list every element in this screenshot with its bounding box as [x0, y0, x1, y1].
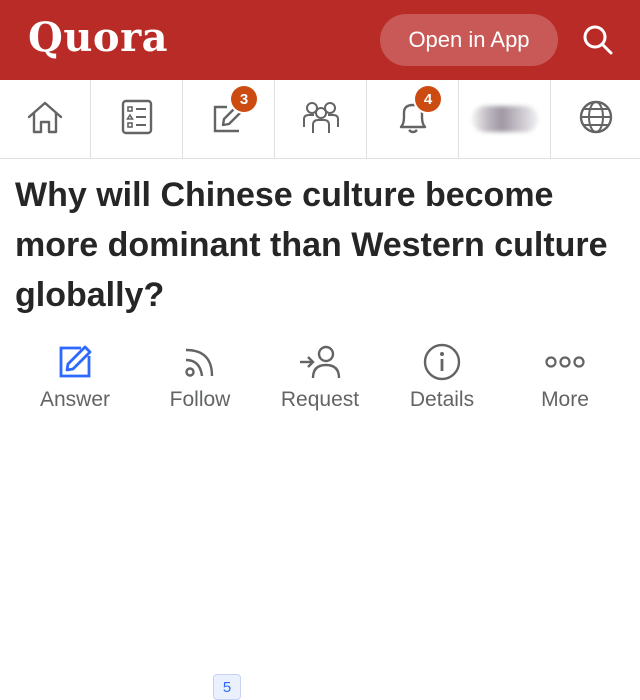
pencil-icon	[55, 340, 95, 384]
search-icon[interactable]	[580, 22, 616, 58]
request-label: Request	[280, 388, 360, 411]
nav-bar: 3 4	[0, 80, 640, 159]
follow-rss-icon	[180, 340, 220, 384]
nav-spaces[interactable]	[275, 80, 367, 158]
globe-icon	[576, 97, 616, 142]
request-user-icon	[298, 340, 342, 384]
nav-notifications[interactable]: 4	[367, 80, 459, 158]
nav-answer[interactable]: 3	[183, 80, 275, 158]
question-title[interactable]: Why will Chinese culture become more dom…	[15, 170, 625, 320]
nav-profile[interactable]	[459, 80, 551, 158]
nav-language[interactable]	[551, 80, 640, 158]
follow-button[interactable]: Follow	[155, 332, 245, 415]
home-icon	[25, 97, 65, 142]
more-button[interactable]: More	[520, 332, 610, 415]
answer-label: Answer	[39, 388, 111, 411]
nav-answer-list[interactable]	[91, 80, 183, 158]
people-icon	[301, 97, 341, 142]
info-icon	[422, 340, 462, 384]
list-icon	[117, 97, 157, 142]
request-button[interactable]: Request	[275, 332, 365, 415]
follow-label: Follow	[169, 388, 231, 411]
more-label: More	[541, 388, 589, 411]
action-bar: Answer Follow 5 Request Details More	[0, 332, 640, 700]
quora-logo[interactable]: Quora	[28, 14, 168, 61]
details-label: Details	[409, 388, 475, 411]
nav-home[interactable]	[0, 80, 91, 158]
top-bar: Quora Open in App	[0, 0, 640, 80]
details-button[interactable]: Details	[397, 332, 487, 415]
avatar	[471, 106, 538, 132]
answer-badge: 3	[231, 86, 257, 112]
notifications-badge: 4	[415, 86, 441, 112]
more-dots-icon	[543, 340, 587, 384]
open-in-app-button[interactable]: Open in App	[380, 14, 558, 66]
follow-count-badge: 5	[213, 674, 241, 700]
answer-button[interactable]: Answer	[30, 332, 120, 415]
